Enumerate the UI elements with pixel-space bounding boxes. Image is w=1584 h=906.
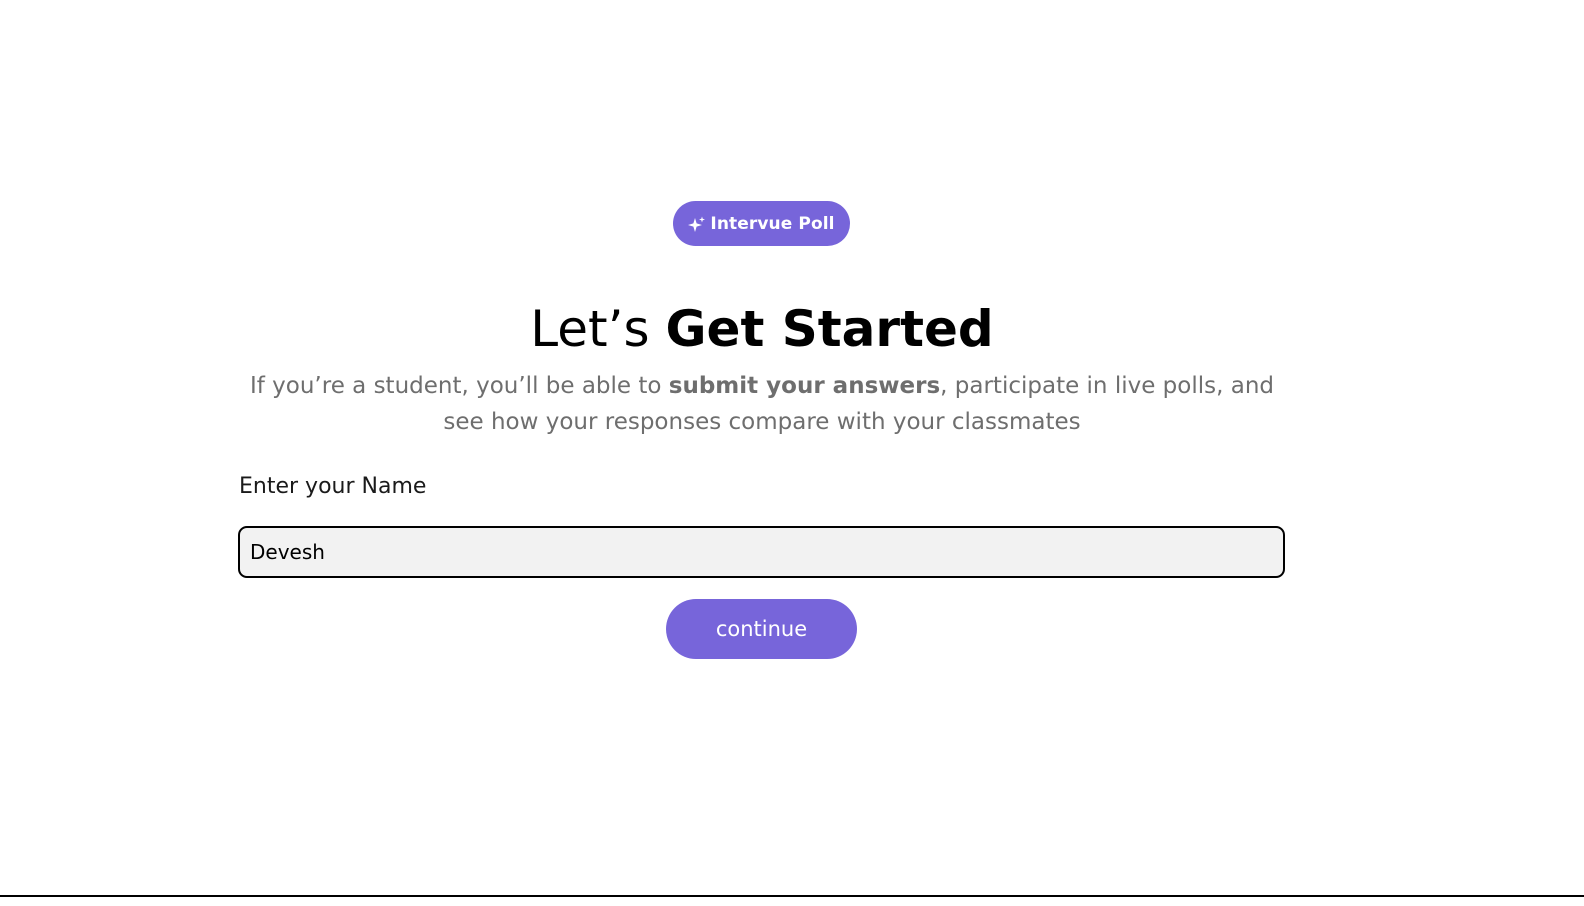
name-input-wrapper xyxy=(238,526,1285,578)
bottom-divider xyxy=(0,895,1584,897)
subtitle-text-before: If you’re a student, you’ll be able to xyxy=(249,373,669,399)
name-input[interactable] xyxy=(240,528,1283,576)
sparkle-icon xyxy=(688,216,706,234)
brand-badge: Intervue Poll xyxy=(673,201,850,246)
continue-button[interactable]: continue xyxy=(666,599,857,659)
page: Intervue Poll Let’s Get Started If you’r… xyxy=(0,0,1584,906)
brand-badge-label: Intervue Poll xyxy=(710,213,835,234)
page-title-bold: Get Started xyxy=(665,300,994,358)
page-subtitle: If you’re a student, you’ll be able to s… xyxy=(230,368,1294,440)
name-field-label: Enter your Name xyxy=(239,474,427,499)
page-title: Let’s Get Started xyxy=(0,296,1524,362)
subtitle-emphasis: submit your answers xyxy=(668,373,941,399)
page-title-light: Let’s xyxy=(530,300,650,358)
